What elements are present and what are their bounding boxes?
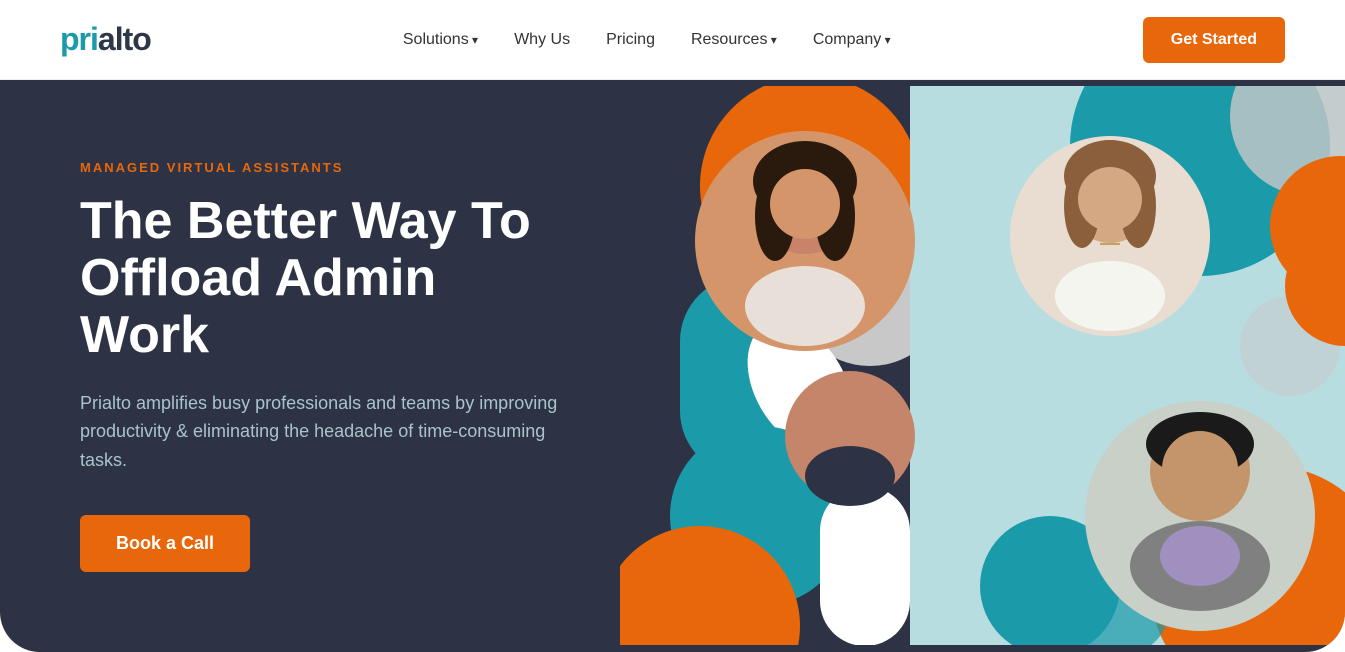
- nav-link-solutions[interactable]: Solutions: [403, 31, 478, 48]
- nav-item-why-us[interactable]: Why Us: [514, 31, 570, 49]
- nav-link-why-us[interactable]: Why Us: [514, 31, 570, 48]
- hero-section: MANAGED VIRTUAL ASSISTANTS The Better Wa…: [0, 80, 1345, 652]
- nav-link-company[interactable]: Company: [813, 31, 891, 48]
- nav-item-resources[interactable]: Resources: [691, 31, 777, 49]
- hero-title: The Better Way To Offload Admin Work: [80, 193, 560, 365]
- nav-link-resources[interactable]: Resources: [691, 31, 777, 48]
- logo-alto: alto: [98, 21, 151, 57]
- logo-pri: pri: [60, 21, 98, 57]
- nav-item-pricing[interactable]: Pricing: [606, 31, 655, 49]
- hero-title-line2: Offload Admin Work: [80, 249, 436, 364]
- book-call-button[interactable]: Book a Call: [80, 515, 250, 572]
- hero-visual: [620, 80, 1345, 652]
- hero-eyebrow: MANAGED VIRTUAL ASSISTANTS: [80, 160, 560, 175]
- get-started-button[interactable]: Get Started: [1143, 17, 1285, 63]
- nav-item-company[interactable]: Company: [813, 31, 891, 49]
- hero-title-line1: The Better Way To: [80, 192, 531, 250]
- navbar: prialto Solutions Why Us Pricing Resourc…: [0, 0, 1345, 80]
- logo[interactable]: prialto: [60, 21, 151, 58]
- hero-content: MANAGED VIRTUAL ASSISTANTS The Better Wa…: [0, 80, 620, 652]
- nav-links: Solutions Why Us Pricing Resources Compa…: [403, 31, 891, 49]
- nav-link-pricing[interactable]: Pricing: [606, 31, 655, 48]
- hero-subtitle: Prialto amplifies busy professionals and…: [80, 389, 560, 475]
- nav-item-solutions[interactable]: Solutions: [403, 31, 478, 49]
- hero-decorative-svg: [620, 86, 1345, 645]
